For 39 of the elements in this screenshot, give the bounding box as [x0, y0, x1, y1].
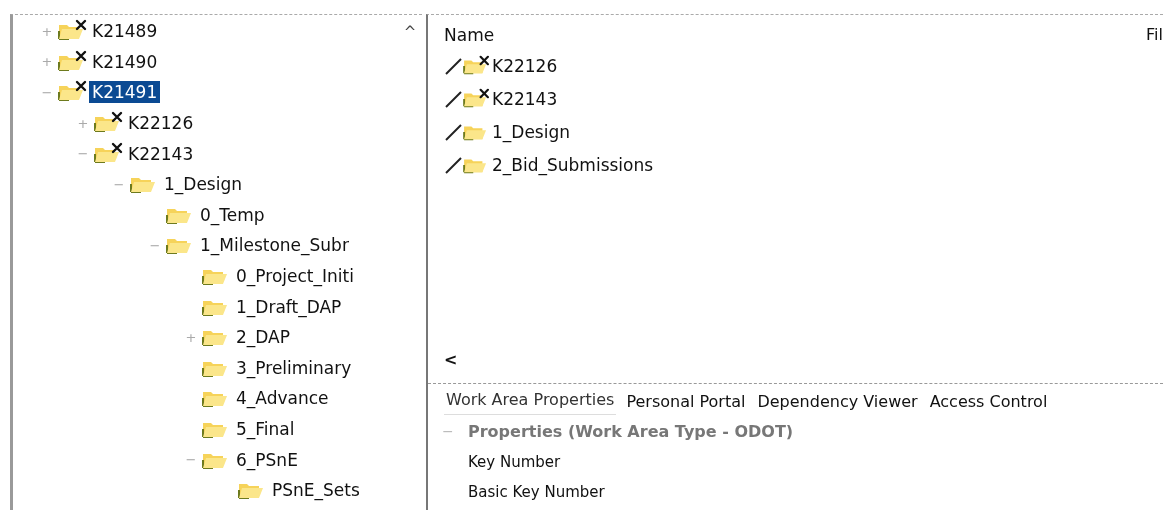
tree-item[interactable]: 0_Project_Initi: [233, 265, 357, 288]
tab[interactable]: Access Control: [927, 388, 1050, 415]
tree-item[interactable]: 1_Milestone_Subr: [197, 234, 352, 257]
pencil-icon: [444, 121, 464, 142]
pencil-icon: [444, 55, 464, 76]
item-name: K22126: [492, 55, 558, 76]
pencil-icon: [444, 154, 464, 175]
tree-item[interactable]: PSnE_Sets: [269, 479, 363, 502]
tree-item[interactable]: K21491: [89, 81, 161, 104]
item-name: 1_Design: [492, 121, 570, 142]
tree-item[interactable]: K22126: [125, 112, 197, 135]
scroll-left-button[interactable]: <: [444, 350, 458, 369]
list-row[interactable]: K22126: [444, 49, 558, 82]
tree-item[interactable]: K21489: [89, 20, 161, 43]
pencil-icon: [444, 88, 464, 109]
tree-item[interactable]: 6_PSnE: [233, 448, 301, 471]
item-name: 2_Bid_Submissions: [492, 154, 654, 175]
list-row[interactable]: 1_Design: [444, 115, 570, 148]
tree-item[interactable]: 5_Final: [233, 418, 298, 440]
tree-item[interactable]: 2_DAP: [233, 326, 293, 349]
tree-item[interactable]: 4_Advance: [233, 387, 332, 410]
property-label: Basic Key Number: [467, 482, 605, 503]
column-header[interactable]: Fil: [1146, 25, 1163, 49]
tree-item[interactable]: 0_Temp: [197, 203, 268, 226]
tab[interactable]: Personal Portal: [624, 388, 748, 415]
column-header[interactable]: Name: [444, 25, 495, 49]
tree-item[interactable]: 3_Preliminary: [233, 356, 355, 379]
group-header: Properties (Work Area Type - ODOT): [468, 421, 794, 441]
tree-item[interactable]: 1_Draft_DAP: [233, 295, 345, 318]
list-row[interactable]: K22143: [444, 82, 558, 115]
list-row[interactable]: 2_Bid_Submissions: [444, 148, 654, 181]
scroll-up-button[interactable]: ^: [403, 23, 417, 41]
tab[interactable]: Dependency Viewer: [755, 388, 920, 415]
tree-item[interactable]: K21490: [89, 50, 161, 73]
tree-item[interactable]: 1_Design: [161, 173, 245, 196]
tab[interactable]: Work Area Properties: [444, 384, 617, 415]
tree-item[interactable]: K22143: [125, 142, 197, 165]
item-name: K22143: [492, 88, 558, 109]
property-label: Key Number: [467, 452, 561, 473]
